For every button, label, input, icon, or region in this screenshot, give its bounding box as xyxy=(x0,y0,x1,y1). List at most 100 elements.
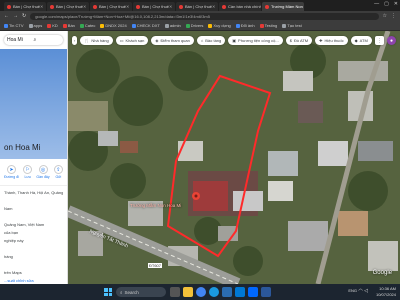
tab-label: Cần bán nhà chính chủ... xyxy=(228,4,261,9)
search-input[interactable]: Hoa Mi xyxy=(7,37,34,43)
tab-close-icon[interactable]: ✕ xyxy=(126,4,129,9)
place-action-button[interactable]: ⚐ Lưu xyxy=(23,165,33,179)
tray-icons[interactable]: ENG ◠ ◁ xyxy=(348,288,368,294)
taskbar-search[interactable]: ⌕ Search xyxy=(116,287,166,297)
category-chip-label: Điểm tham quan xyxy=(160,38,190,43)
search-icon[interactable]: ⌕ xyxy=(34,37,61,43)
zalo-icon[interactable] xyxy=(248,287,258,297)
place-action-button[interactable]: ⇪ Gửi xyxy=(53,165,63,179)
bookmark-label: CHECK DXT xyxy=(136,23,160,28)
chips-prev-icon[interactable]: ‹ xyxy=(72,36,78,45)
file-explorer-icon[interactable] xyxy=(183,287,193,297)
wifi-icon[interactable]: ◠ xyxy=(358,288,362,294)
bookmark-item[interactable]: Bán xyxy=(62,23,75,28)
category-chip[interactable]: ✚ Hiệu thuốc xyxy=(315,36,348,45)
menu-icon[interactable]: ⋮ xyxy=(391,13,396,19)
browser-tab[interactable]: Trường Mầm Non Hoa Mi✕ xyxy=(262,2,304,11)
place-info-line: Quảng Nam, Việt Nam xyxy=(4,222,45,227)
hotel-icon: ▭ xyxy=(119,38,124,43)
place-info-line xyxy=(4,197,63,205)
bookmark-label: DNDX 2024 xyxy=(105,23,127,28)
browser-tab[interactable]: Cần bán nhà chính chủ...✕ xyxy=(219,2,261,11)
suggest-edit-link[interactable]: ...suất chỉnh sửa xyxy=(4,277,63,284)
tab-favicon-icon xyxy=(7,4,11,9)
search-box[interactable]: Hoa Mi ⌕ xyxy=(4,35,63,45)
bookmark-favicon-icon xyxy=(28,23,33,28)
bookmark-label: Testing xyxy=(264,23,278,28)
category-chip[interactable]: ▭ Khách sạn xyxy=(115,36,149,45)
tab-label: Bán | Chợ thuê xyxy=(142,4,170,9)
tab-favicon-icon xyxy=(93,4,97,9)
category-chip[interactable]: ◆ ATM xyxy=(350,36,372,45)
clock-date: 10/07/2024 xyxy=(375,292,396,297)
browser-tab[interactable]: Bán | Chợ thuê ✕ xyxy=(176,2,218,11)
tray-language[interactable]: ENG xyxy=(348,288,357,293)
bookmark-item[interactable]: apps xyxy=(28,23,42,28)
bookmark-item[interactable]: KD xyxy=(47,23,58,28)
forward-icon[interactable]: → xyxy=(13,13,18,19)
close-icon[interactable]: ✕ xyxy=(394,1,398,7)
tab-close-icon[interactable]: ✕ xyxy=(83,4,86,9)
bookmark-item[interactable]: Đổi ảnh xyxy=(235,23,255,28)
category-chip-label: Phương tiện công cộ... xyxy=(238,38,279,43)
apps-grid-icon[interactable]: ⋮ xyxy=(375,36,384,45)
bookmark-favicon-icon xyxy=(259,23,264,28)
bookmark-favicon-icon xyxy=(47,23,52,28)
edge-icon[interactable] xyxy=(209,287,219,297)
category-chip[interactable]: ▣ Phương tiện công cộ... xyxy=(228,36,283,45)
google-logo: Google xyxy=(372,270,392,276)
bookmark-item[interactable]: CHECK DXT xyxy=(131,23,160,28)
url-field[interactable]: google.com/maps/place/Trường+Mầm+Non+Hoa… xyxy=(30,12,379,20)
bookmark-favicon-icon xyxy=(235,23,240,28)
bookmark-item[interactable]: Xuy dựng xyxy=(208,23,231,28)
tab-close-icon[interactable]: ✕ xyxy=(169,4,172,9)
reload-icon[interactable]: ↻ xyxy=(22,13,26,19)
chrome-icon[interactable] xyxy=(196,287,206,297)
search-icon: ⌕ xyxy=(120,289,123,295)
bookmark-item[interactable]: Drivers xyxy=(185,23,204,28)
category-chip[interactable]: 🍴 Nhà hàng xyxy=(80,36,113,45)
browser-tab[interactable]: Bán | Chợ thuê ✕ xyxy=(90,2,132,11)
browser-tab[interactable]: Bán | Chợ thuê ✕ xyxy=(4,2,46,11)
bookmark-item[interactable]: Testing xyxy=(259,23,278,28)
bookmark-item[interactable]: Tin CTV xyxy=(4,23,24,28)
place-info-line: nghiệp này xyxy=(4,238,24,243)
satellite-map[interactable]: ‹ 🍴 Nhà hàng ▭ Khách sạn ◈ Điểm tham quan ⌂ Bảo … xyxy=(68,31,400,284)
minimize-icon[interactable]: — xyxy=(374,1,379,7)
transit-icon: ▣ xyxy=(232,38,237,43)
category-chip[interactable]: ⌂ Bảo tàng xyxy=(196,36,226,45)
place-pin-label: Trường Mầm Non Hoa Mi xyxy=(130,203,182,208)
place-info-line: Nam xyxy=(4,206,13,211)
bookmark-label: Drivers xyxy=(190,23,204,28)
bookmark-item[interactable]: DNDX 2024 xyxy=(100,23,127,28)
back-icon[interactable]: ← xyxy=(4,13,9,19)
place-action-label: Gửi xyxy=(55,175,62,179)
mail-icon[interactable] xyxy=(235,287,245,297)
start-icon[interactable] xyxy=(104,288,112,296)
bookmark-item[interactable]: admin xyxy=(164,23,181,28)
bookmark-item[interactable]: Tạo test xyxy=(282,23,302,28)
category-chip[interactable]: $ Đồ ATM xyxy=(285,36,313,45)
browser-tab[interactable]: Bán | Chợ thuê ✕ xyxy=(133,2,175,11)
tab-close-icon[interactable]: ✕ xyxy=(212,4,215,9)
clock[interactable]: 10:36 AM 10/07/2024 xyxy=(376,286,396,298)
store-icon[interactable] xyxy=(222,287,232,297)
star-icon[interactable]: ☆ xyxy=(383,13,387,19)
volume-icon[interactable]: ◁ xyxy=(364,288,368,294)
word-icon[interactable] xyxy=(261,287,271,297)
map-controls: ⋮ ● xyxy=(375,36,396,45)
place-action-button[interactable]: ◎ Gần đây xyxy=(36,165,50,179)
account-avatar[interactable]: ● xyxy=(387,36,396,45)
bookmark-item[interactable]: Catec xyxy=(79,23,95,28)
browser-tab[interactable]: Bán | Chợ thuê ✕ xyxy=(47,2,89,11)
place-photo[interactable]: on Hoa Mi xyxy=(0,49,67,159)
task-view-icon[interactable] xyxy=(170,287,180,297)
place-action-button[interactable]: ➤ Đường đi xyxy=(4,165,19,179)
tab-label: Bán | Chợ thuê xyxy=(99,4,127,9)
tab-favicon-icon xyxy=(50,4,54,9)
place-title: on Hoa Mi xyxy=(4,143,41,152)
maximize-icon[interactable]: ▢ xyxy=(384,1,389,7)
tab-close-icon[interactable]: ✕ xyxy=(40,4,43,9)
category-chip[interactable]: ◈ Điểm tham quan xyxy=(151,36,194,45)
place-action-label: Gần đây xyxy=(36,175,50,179)
